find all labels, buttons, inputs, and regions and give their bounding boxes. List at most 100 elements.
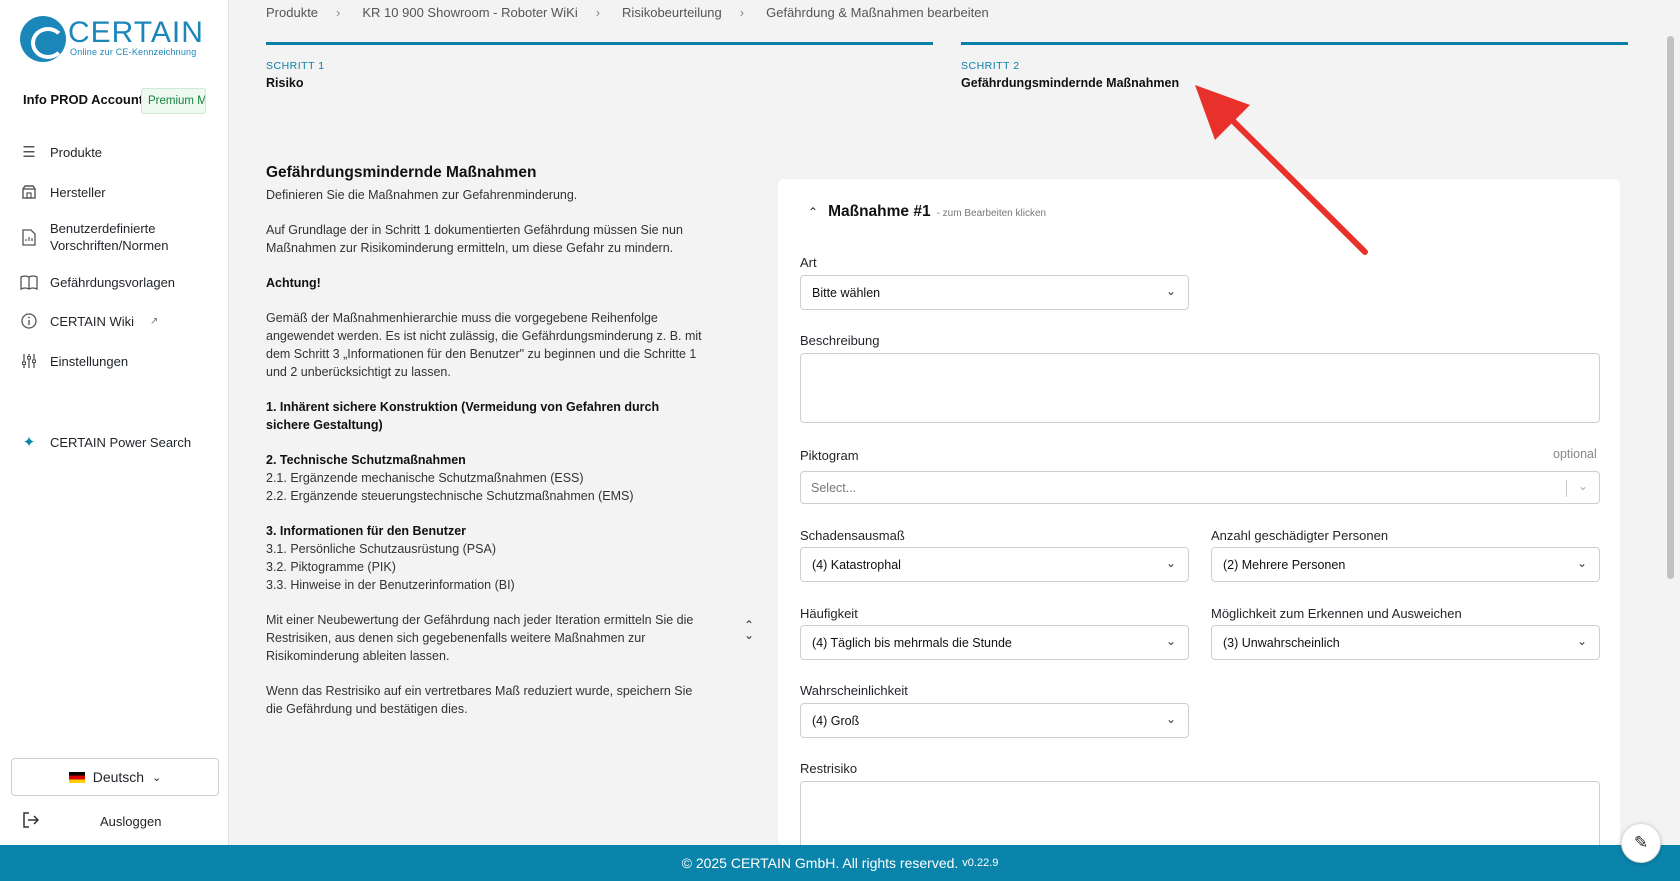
optional-label: optional	[1553, 447, 1597, 461]
info-item: 2.1. Ergänzende mechanische Schutzmaßnah…	[266, 471, 584, 485]
info-item: 3.3. Hinweise in der Benutzerinformation…	[266, 578, 515, 592]
feedback-pen-icon[interactable]: ✎	[1621, 823, 1661, 863]
factory-icon	[20, 183, 38, 201]
piktogram-label: Piktogram	[800, 448, 859, 463]
chevron-right-icon: ›	[336, 5, 341, 20]
restrisiko-label: Restrisiko	[800, 761, 858, 776]
sidebar-item-label: Hersteller	[50, 184, 106, 200]
measure-header[interactable]: ⌃ Maßnahme #1 - zum Bearbeiten klicken	[808, 203, 1046, 221]
expand-collapse-icon[interactable]: ⌃ ⌄	[742, 619, 756, 641]
sidebar-item-einstellungen[interactable]: Einstellungen	[20, 352, 128, 370]
select-divider	[1566, 480, 1567, 497]
chevron-down-icon: ⌄	[1577, 479, 1588, 493]
sidebar-item-label: Produkte	[50, 144, 103, 160]
info-attention: Achtung!	[266, 276, 321, 290]
schaden-value: (4) Katastrophal	[812, 557, 901, 572]
info-paragraph: Gemäß der Maßnahmenhierarchie muss die v…	[266, 311, 702, 379]
page-scrollbar[interactable]	[1667, 36, 1674, 579]
anzahl-select[interactable]: (2) Mehrere Personen ⌄	[1211, 547, 1600, 582]
beschreibung-textarea[interactable]	[800, 353, 1600, 423]
art-select[interactable]: Bitte wählen ⌄	[800, 275, 1189, 310]
language-label: Deutsch	[92, 769, 145, 785]
chevron-down-icon: ⌄	[1576, 556, 1587, 570]
info-heading-1: 1. Inhärent sichere Konstruktion (Vermei…	[266, 400, 660, 432]
haeufigkeit-select[interactable]: (4) Täglich bis mehrmals die Stunde ⌄	[800, 625, 1189, 660]
sidebar-item-power-search[interactable]: ✦ CERTAIN Power Search	[20, 433, 191, 451]
chevron-down-icon: ⌄	[1576, 634, 1587, 648]
info-paragraph: Wenn das Restrisiko auf ein vertretbares…	[266, 684, 693, 716]
step-2-bar	[961, 42, 1628, 45]
step-2-number[interactable]: SCHRITT 2	[961, 60, 1020, 72]
step-2-title[interactable]: Gefährdungsmindernde Maßnahmen	[961, 76, 1179, 90]
breadcrumb-item[interactable]: KR 10 900 Showroom - Roboter WiKi	[362, 5, 577, 20]
sidebar-item-label: Einstellungen	[50, 353, 129, 369]
step-1-title[interactable]: Risiko	[266, 76, 304, 90]
breadcrumb-item[interactable]: Risikobeurteilung	[622, 5, 722, 20]
chevron-right-icon: ›	[595, 5, 601, 20]
beschreibung-label: Beschreibung	[800, 333, 880, 348]
piktogram-select[interactable]: Select... ⌄	[800, 471, 1600, 504]
piktogram-placeholder: Select...	[811, 480, 857, 495]
schaden-label: Schadensausmaß	[800, 528, 905, 543]
measure-hint: - zum Bearbeiten klicken	[936, 208, 1047, 219]
sliders-icon	[20, 352, 38, 370]
breadcrumb-item[interactable]: Produkte	[266, 5, 318, 20]
logout-button[interactable]: Ausloggen	[22, 808, 222, 834]
anzahl-value: (2) Mehrere Personen	[1223, 557, 1346, 572]
info-title: Gefährdungsmindernde Maßnahmen	[266, 164, 537, 181]
chevron-down-icon: ⌄	[1165, 556, 1176, 570]
breadcrumb-item-current: Gefährdung & Maßnahmen bearbeiten	[766, 5, 989, 20]
sidebar: CERTAIN Online zur CE-Kennzeichnung Info…	[0, 0, 229, 845]
footer-copyright: © 2025 CERTAIN GmbH. All rights reserved…	[681, 855, 959, 871]
art-label: Art	[800, 255, 817, 270]
certain-logo[interactable]: CERTAIN Online zur CE-Kennzeichnung	[20, 16, 203, 62]
sidebar-item-vorschriften[interactable]: Benutzerdefinierte Vorschriften/Normen	[20, 220, 169, 254]
logout-label: Ausloggen	[100, 813, 162, 829]
sparkle-icon: ✦	[22, 434, 36, 451]
haeufigkeit-value: (4) Täglich bis mehrmals die Stunde	[812, 635, 1012, 650]
logo-mark-icon	[20, 16, 66, 62]
wahrscheinlichkeit-select[interactable]: (4) Groß ⌄	[800, 703, 1189, 738]
schaden-select[interactable]: (4) Katastrophal ⌄	[800, 547, 1189, 582]
chevron-down-icon: ⌄	[152, 771, 162, 784]
plan-badge: Premium M	[141, 88, 206, 114]
chevron-up-icon: ⌃	[808, 205, 819, 219]
sidebar-item-label: CERTAIN Wiki	[50, 313, 135, 329]
breadcrumb: Produkte › KR 10 900 Showroom - Roboter …	[266, 5, 989, 20]
sidebar-item-produkte[interactable]: ☰ Produkte	[20, 143, 102, 161]
measure-title: Maßnahme #1	[828, 203, 931, 220]
haeufigkeit-label: Häufigkeit	[800, 606, 858, 621]
info-item: 3.1. Persönliche Schutzausrüstung (PSA)	[266, 542, 496, 556]
sidebar-item-label: Benutzerdefinierte Vorschriften/Normen	[50, 221, 169, 253]
step-1-number[interactable]: SCHRITT 1	[266, 60, 325, 72]
sidebar-item-label: Gefährdungsvorlagen	[50, 274, 176, 290]
sidebar-item-wiki[interactable]: CERTAIN Wiki ↗	[20, 312, 158, 330]
info-subtitle: Definieren Sie die Maßnahmen zur Gefahre…	[266, 188, 578, 202]
wahrscheinlichkeit-label: Wahrscheinlichkeit	[800, 683, 908, 698]
moeglichkeit-select[interactable]: (3) Unwahrscheinlich ⌄	[1211, 625, 1600, 660]
sidebar-item-gefaehrdungsvorlagen[interactable]: Gefährdungsvorlagen	[20, 273, 175, 291]
step-1-bar	[266, 42, 933, 45]
info-item: 2.2. Ergänzende steuerungstechnische Sch…	[266, 489, 634, 503]
anzahl-label: Anzahl geschädigter Personen	[1211, 528, 1389, 543]
logo-text: CERTAIN	[68, 16, 204, 49]
list-icon: ☰	[22, 144, 36, 161]
external-link-icon: ↗	[150, 315, 159, 327]
art-value: Bitte wählen	[812, 285, 881, 300]
info-paragraph: Mit einer Neubewertung der Gefährdung na…	[266, 613, 694, 663]
chevron-down-icon: ⌄	[1165, 634, 1176, 648]
sidebar-item-label: CERTAIN Power Search	[50, 434, 192, 450]
info-icon	[20, 312, 38, 330]
info-heading-2: 2. Technische Schutzmaßnahmen	[266, 453, 466, 467]
info-heading-3: 3. Informationen für den Benutzer	[266, 524, 467, 538]
chevron-down-icon: ⌄	[1165, 712, 1176, 726]
document-icon	[20, 228, 38, 246]
moeglichkeit-label: Möglichkeit zum Erkennen und Ausweichen	[1211, 606, 1462, 621]
restrisiko-textarea[interactable]	[800, 781, 1600, 845]
german-flag-icon	[68, 771, 85, 783]
logo-tagline: Online zur CE-Kennzeichnung	[70, 47, 197, 57]
moeglichkeit-value: (3) Unwahrscheinlich	[1223, 635, 1340, 650]
language-select[interactable]: Deutsch ⌄	[11, 758, 219, 796]
book-icon	[20, 273, 38, 291]
sidebar-item-hersteller[interactable]: Hersteller	[20, 183, 106, 201]
